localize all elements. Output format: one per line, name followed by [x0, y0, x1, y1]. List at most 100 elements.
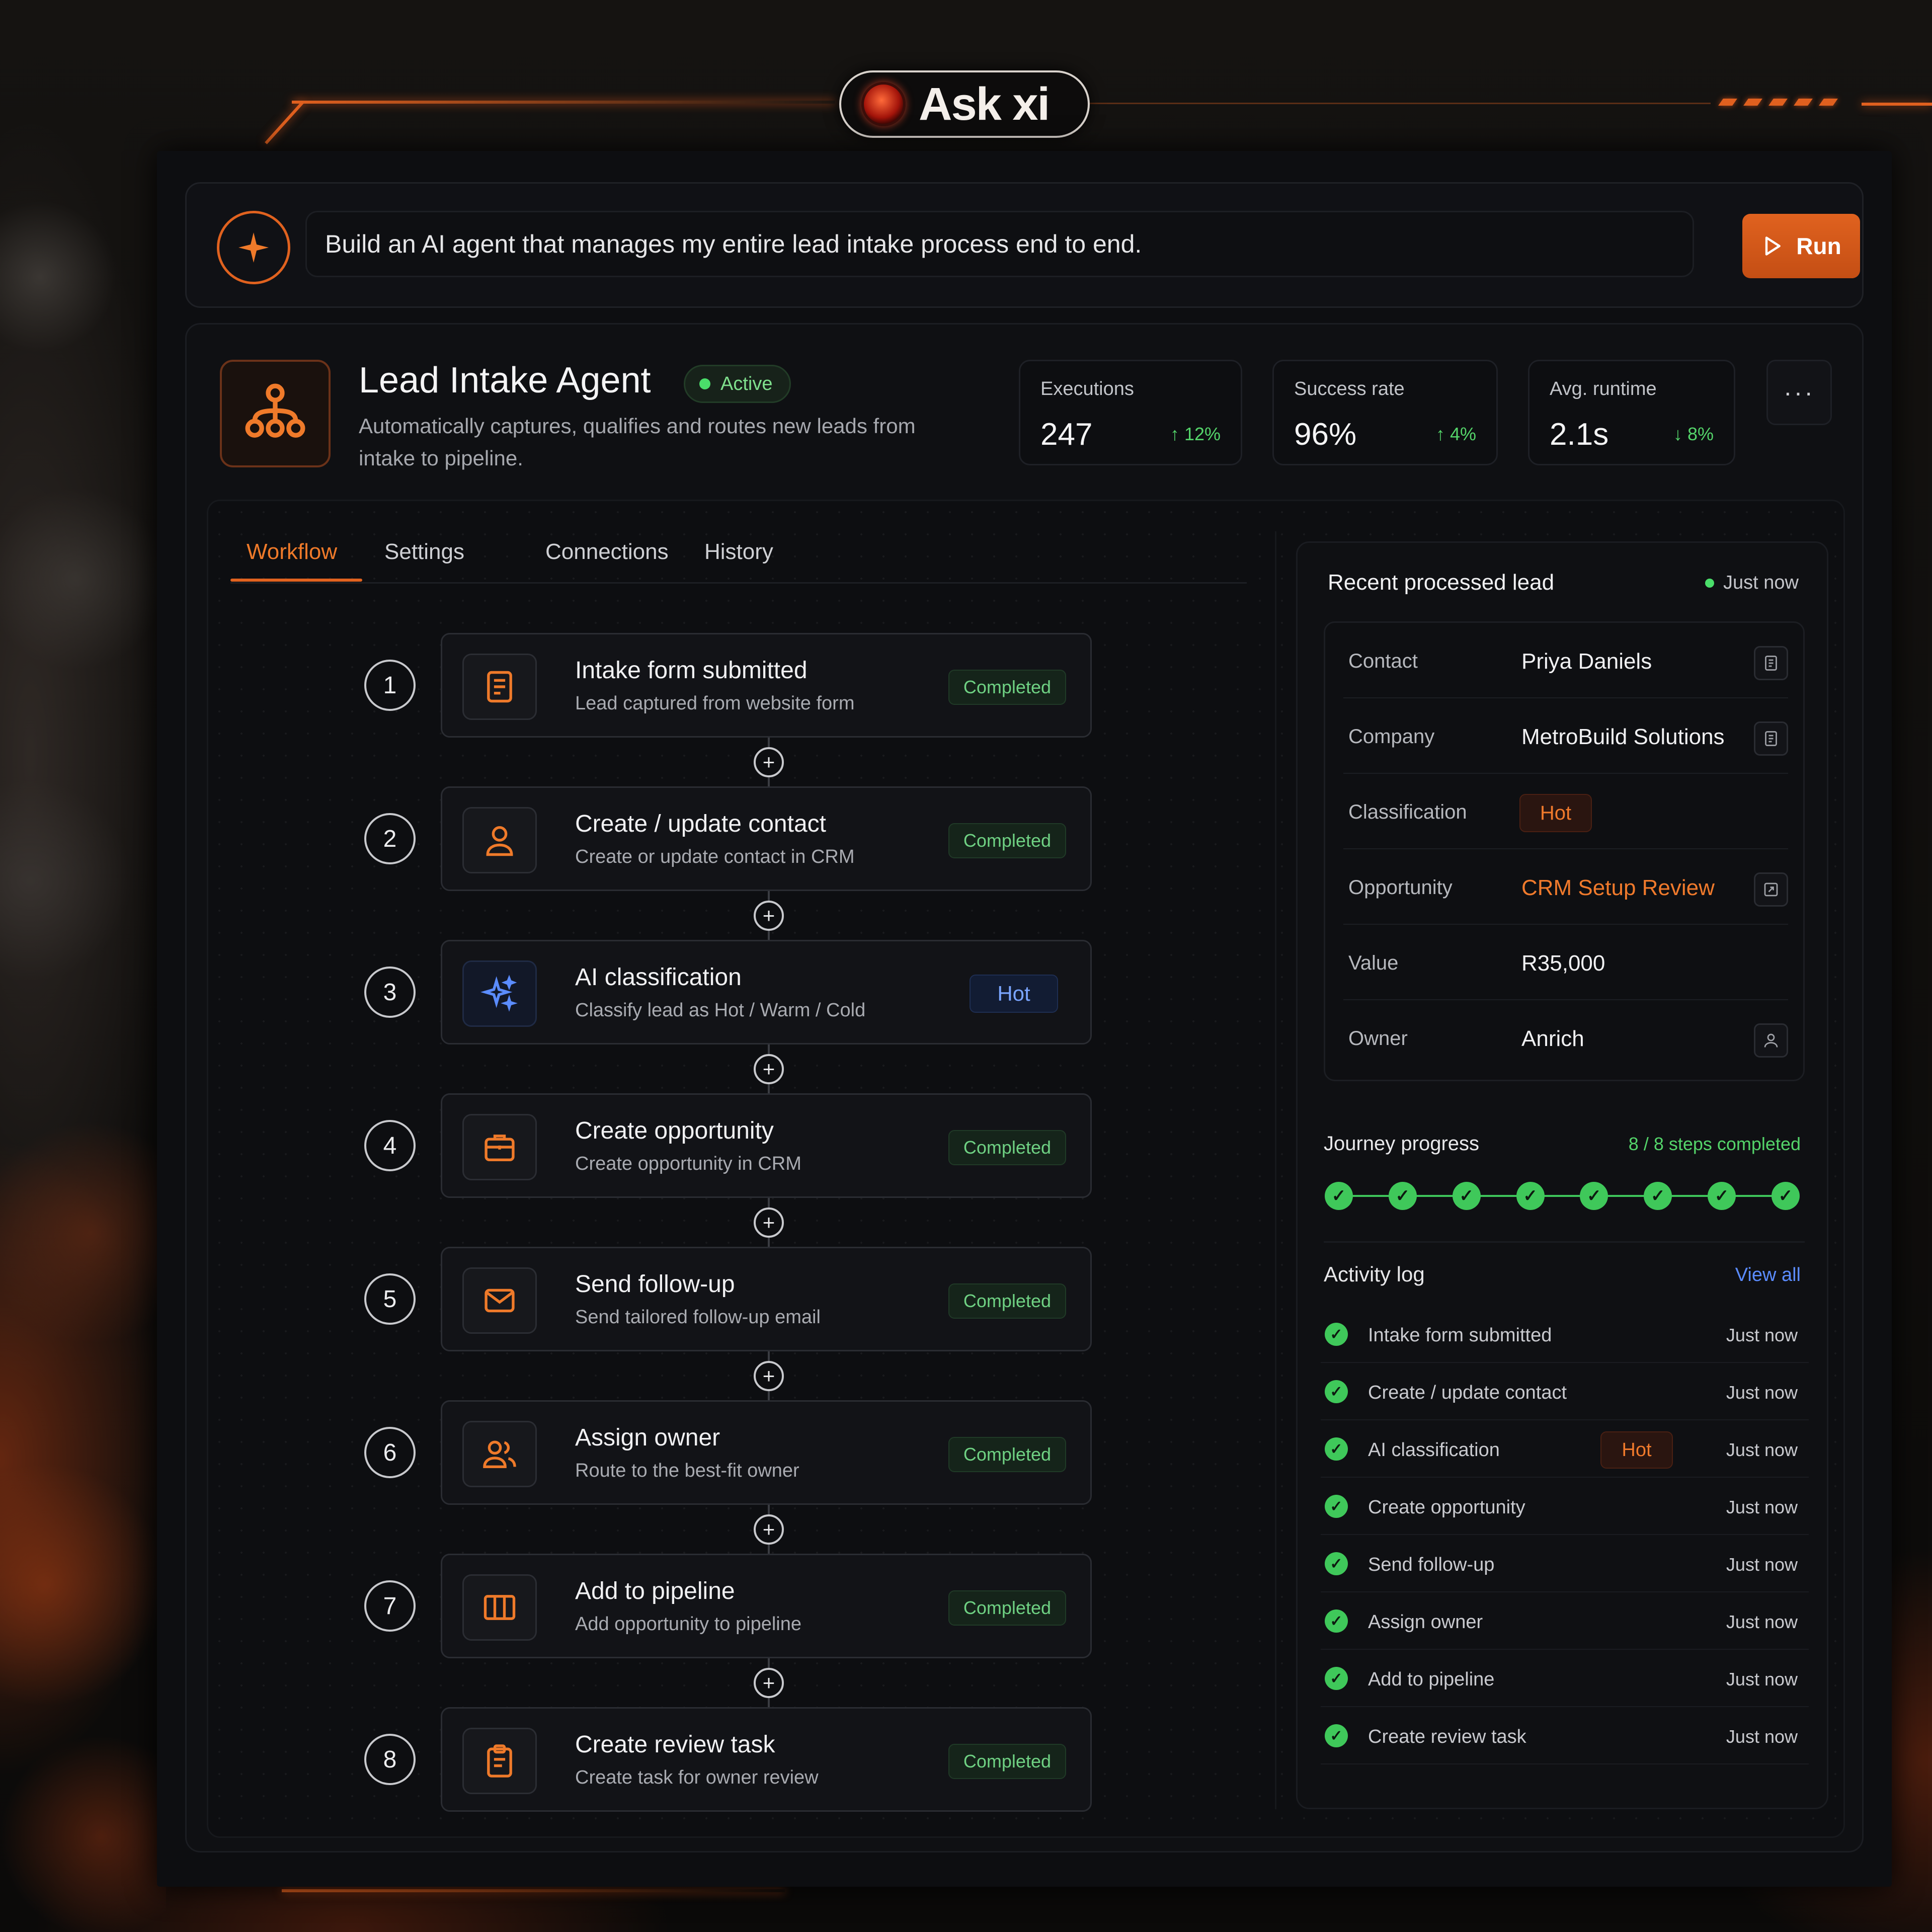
check-icon: ✓ — [1325, 1552, 1348, 1575]
workflow-step[interactable]: Create review task Create task for owner … — [441, 1707, 1092, 1812]
hot-badge: Hot — [970, 975, 1058, 1013]
frame-accent — [282, 1889, 785, 1892]
activity-row: ✓ AI classification Hot Just now — [1321, 1420, 1809, 1478]
field-value: Priya Daniels — [1521, 649, 1652, 674]
add-step-button[interactable]: + — [754, 1514, 784, 1545]
journey-step-check-icon: ✓ — [1644, 1182, 1672, 1210]
status-dot — [699, 378, 710, 389]
step-subtitle: Create or update contact in CRM — [575, 846, 855, 867]
field-label: Value — [1348, 952, 1399, 974]
activity-time: Just now — [1726, 1497, 1798, 1517]
activity-label: AI classification — [1368, 1439, 1500, 1461]
add-step-button[interactable]: + — [754, 747, 784, 777]
workflow-step[interactable]: Intake form submitted Lead captured from … — [441, 633, 1092, 738]
external-link-icon[interactable] — [1754, 872, 1788, 907]
document-icon[interactable] — [1754, 646, 1788, 680]
activity-row: ✓ Send follow-up Just now — [1321, 1535, 1809, 1592]
prompt-input[interactable]: Build an AI agent that manages my entire… — [305, 211, 1694, 277]
mail-icon — [462, 1267, 537, 1334]
check-icon: ✓ — [1325, 1724, 1348, 1747]
journey-step-check-icon: ✓ — [1388, 1182, 1417, 1210]
activity-label: Create / update contact — [1368, 1382, 1567, 1403]
document-icon[interactable] — [1754, 721, 1788, 756]
stat-label: Avg. runtime — [1550, 378, 1657, 399]
clipboard-icon — [462, 1728, 537, 1794]
brand-logo-icon — [861, 82, 906, 126]
stat-delta: ↓ 8% — [1673, 424, 1714, 444]
hot-badge: Hot — [1600, 1431, 1673, 1469]
field-value: R35,000 — [1521, 951, 1605, 976]
add-step-button[interactable]: + — [754, 1360, 784, 1391]
step-title: AI classification — [575, 964, 742, 991]
step-number: 5 — [364, 1273, 416, 1325]
journey-count: 8 / 8 steps completed — [1628, 1134, 1801, 1154]
sparkle-icon — [217, 211, 290, 284]
step-number: 2 — [364, 813, 416, 864]
step-title: Send follow-up — [575, 1271, 735, 1298]
step-number: 8 — [364, 1734, 416, 1785]
step-title: Intake form submitted — [575, 657, 808, 684]
live-dot — [1705, 578, 1715, 588]
lead-row-classification: Classification Hot — [1343, 774, 1788, 849]
step-subtitle: Route to the best-fit owner — [575, 1460, 799, 1481]
activity-time: Just now — [1726, 1669, 1798, 1689]
sparkles-icon — [462, 960, 537, 1027]
main-panel: Build an AI agent that manages my entire… — [157, 151, 1892, 1887]
completed-badge: Completed — [948, 1283, 1066, 1319]
lead-row-contact: Contact Priya Daniels — [1343, 623, 1788, 698]
frame-accent — [1082, 103, 1711, 104]
workflow-step[interactable]: Send follow-up Send tailored follow-up em… — [441, 1247, 1092, 1351]
step-number: 1 — [364, 660, 416, 711]
activity-label: Assign owner — [1368, 1612, 1483, 1633]
activity-label: Intake form submitted — [1368, 1325, 1552, 1346]
view-all-link[interactable]: View all — [1735, 1264, 1801, 1286]
side-panel: Recent processed lead Just now Contact P… — [1296, 541, 1828, 1809]
stat-label: Executions — [1040, 378, 1134, 399]
run-button[interactable]: Run — [1742, 214, 1860, 278]
workflow-step[interactable]: Create opportunity Create opportunity in … — [441, 1093, 1092, 1198]
tab-workflow[interactable]: Workflow — [247, 539, 337, 565]
tab-bar: Workflow Settings Connections History — [230, 521, 1247, 584]
step-subtitle: Create opportunity in CRM — [575, 1153, 801, 1174]
step-subtitle: Lead captured from website form — [575, 693, 855, 714]
field-label: Classification — [1348, 801, 1467, 823]
divider — [1324, 1241, 1805, 1243]
agent-card: Lead Intake Agent Active Automatically c… — [185, 323, 1864, 1853]
frame-accent — [292, 101, 835, 104]
add-step-button[interactable]: + — [754, 1667, 784, 1698]
stat-delta: ↑ 12% — [1170, 424, 1221, 444]
journey-step-check-icon: ✓ — [1325, 1182, 1353, 1210]
brand-pill: Ask xi — [839, 70, 1090, 138]
activity-row: ✓ Create / update contact Just now — [1321, 1363, 1809, 1420]
stat-executions: Executions 247 ↑ 12% — [1019, 360, 1242, 465]
tab-settings[interactable]: Settings — [384, 539, 464, 565]
workflow-step[interactable]: Assign owner Route to the best-fit owner C… — [441, 1400, 1092, 1505]
workflow-step[interactable]: Create / update contact Create or update … — [441, 786, 1092, 891]
step-number: 4 — [364, 1120, 416, 1171]
activity-time: Just now — [1726, 1554, 1798, 1575]
opportunity-link[interactable]: CRM Setup Review — [1521, 875, 1715, 901]
workflow-step[interactable]: AI classification Classify lead as Hot / … — [441, 940, 1092, 1044]
columns-icon — [462, 1574, 537, 1641]
journey-step-check-icon: ✓ — [1772, 1182, 1800, 1210]
user-icon[interactable] — [1754, 1023, 1788, 1058]
add-step-button[interactable]: + — [754, 900, 784, 931]
play-icon — [1765, 236, 1781, 256]
activity-row: ✓ Create review task Just now — [1321, 1707, 1809, 1764]
add-step-button[interactable]: + — [754, 1054, 784, 1084]
lead-row-company: Company MetroBuild Solutions — [1343, 698, 1788, 774]
step-number: 7 — [364, 1580, 416, 1632]
tab-connections[interactable]: Connections — [545, 539, 669, 565]
add-step-button[interactable]: + — [754, 1207, 784, 1238]
activity-row: ✓ Add to pipeline Just now — [1321, 1650, 1809, 1707]
step-subtitle: Add opportunity to pipeline — [575, 1614, 801, 1635]
recent-lead-time-label: Just now — [1723, 572, 1799, 593]
stat-value: 247 — [1040, 417, 1093, 452]
step-subtitle: Send tailored follow-up email — [575, 1307, 821, 1328]
stat-value: 2.1s — [1550, 417, 1609, 452]
workflow-step[interactable]: Add to pipeline Add opportunity to pipeli… — [441, 1554, 1092, 1658]
more-options-button[interactable]: ··· — [1766, 360, 1832, 425]
column-divider — [1275, 531, 1276, 1809]
tab-history[interactable]: History — [704, 539, 773, 565]
activity-row: ✓ Assign owner Just now — [1321, 1592, 1809, 1650]
